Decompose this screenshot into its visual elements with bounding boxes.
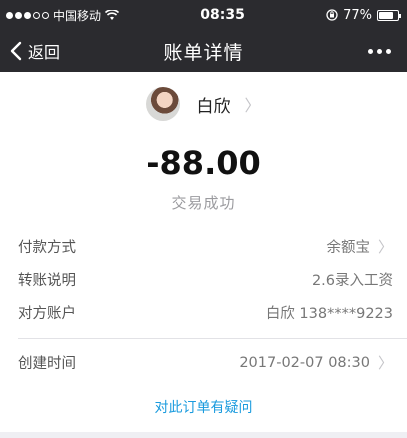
divider xyxy=(18,338,407,339)
rotation-lock-icon xyxy=(326,9,338,21)
detail-list: 付款方式 余额宝 〉 转账说明 2.6录入工资 对方账户 白欣 138****9… xyxy=(0,230,407,329)
bill-detail-content: 白欣 〉 -88.00 交易成功 付款方式 余额宝 〉 转账说明 2.6录入工资… xyxy=(0,72,407,432)
status-right: 77% xyxy=(326,7,401,23)
screen: 中国移动 08:35 77% 返回 账单详情 白欣 〉 -88.00 交易成功 … xyxy=(0,0,407,438)
payee-row[interactable]: 白欣 〉 xyxy=(0,84,407,124)
more-dots-icon[interactable] xyxy=(368,30,391,72)
battery-fill xyxy=(379,11,393,19)
battery-icon xyxy=(377,9,401,21)
nav-bar: 返回 账单详情 xyxy=(0,30,407,72)
chevron-right-icon: 〉 xyxy=(377,238,393,256)
created-time-text: 2017-02-07 08:30 xyxy=(239,354,370,371)
back-label: 返回 xyxy=(28,43,61,62)
status-left: 中国移动 xyxy=(6,7,120,24)
avatar xyxy=(146,87,181,121)
detail-row-payment-method[interactable]: 付款方式 余额宝 〉 xyxy=(0,230,407,263)
detail-label: 创建时间 xyxy=(18,356,76,372)
detail-label: 付款方式 xyxy=(18,240,76,256)
detail-value: 2017-02-07 08:30 〉 xyxy=(239,352,393,373)
chevron-right-icon: 〉 xyxy=(377,354,393,372)
detail-value: 白欣 138****9223 xyxy=(265,306,393,322)
payee-name: 白欣 xyxy=(196,96,231,117)
transaction-amount: -88.00 xyxy=(146,144,261,182)
detail-label: 转账说明 xyxy=(18,273,76,289)
status-time: 08:35 xyxy=(200,7,245,23)
detail-label: 对方账户 xyxy=(18,306,76,322)
detail-row-counterparty: 对方账户 白欣 138****9223 xyxy=(0,296,407,329)
chevron-right-icon: 〉 xyxy=(244,96,261,115)
detail-value: 2.6录入工资 xyxy=(311,273,393,289)
wifi-icon xyxy=(105,9,120,20)
back-button[interactable]: 返回 xyxy=(10,30,60,72)
transaction-status: 交易成功 xyxy=(171,194,236,212)
carrier-name: 中国移动 xyxy=(53,8,102,23)
order-question-link[interactable]: 对此订单有疑问 xyxy=(0,397,407,417)
detail-row-created-time[interactable]: 创建时间 2017-02-07 08:30 〉 xyxy=(0,346,407,379)
chevron-left-icon xyxy=(10,41,22,61)
detail-row-transfer-note: 转账说明 2.6录入工资 xyxy=(0,263,407,296)
battery-percent: 77% xyxy=(343,7,372,23)
detail-value: 余额宝 〉 xyxy=(326,236,393,257)
bottom-strip xyxy=(0,432,407,438)
status-bar: 中国移动 08:35 77% xyxy=(0,0,407,30)
page-title: 账单详情 xyxy=(163,41,244,64)
detail-value-text: 余额宝 xyxy=(326,240,370,256)
signal-icon xyxy=(6,11,49,19)
